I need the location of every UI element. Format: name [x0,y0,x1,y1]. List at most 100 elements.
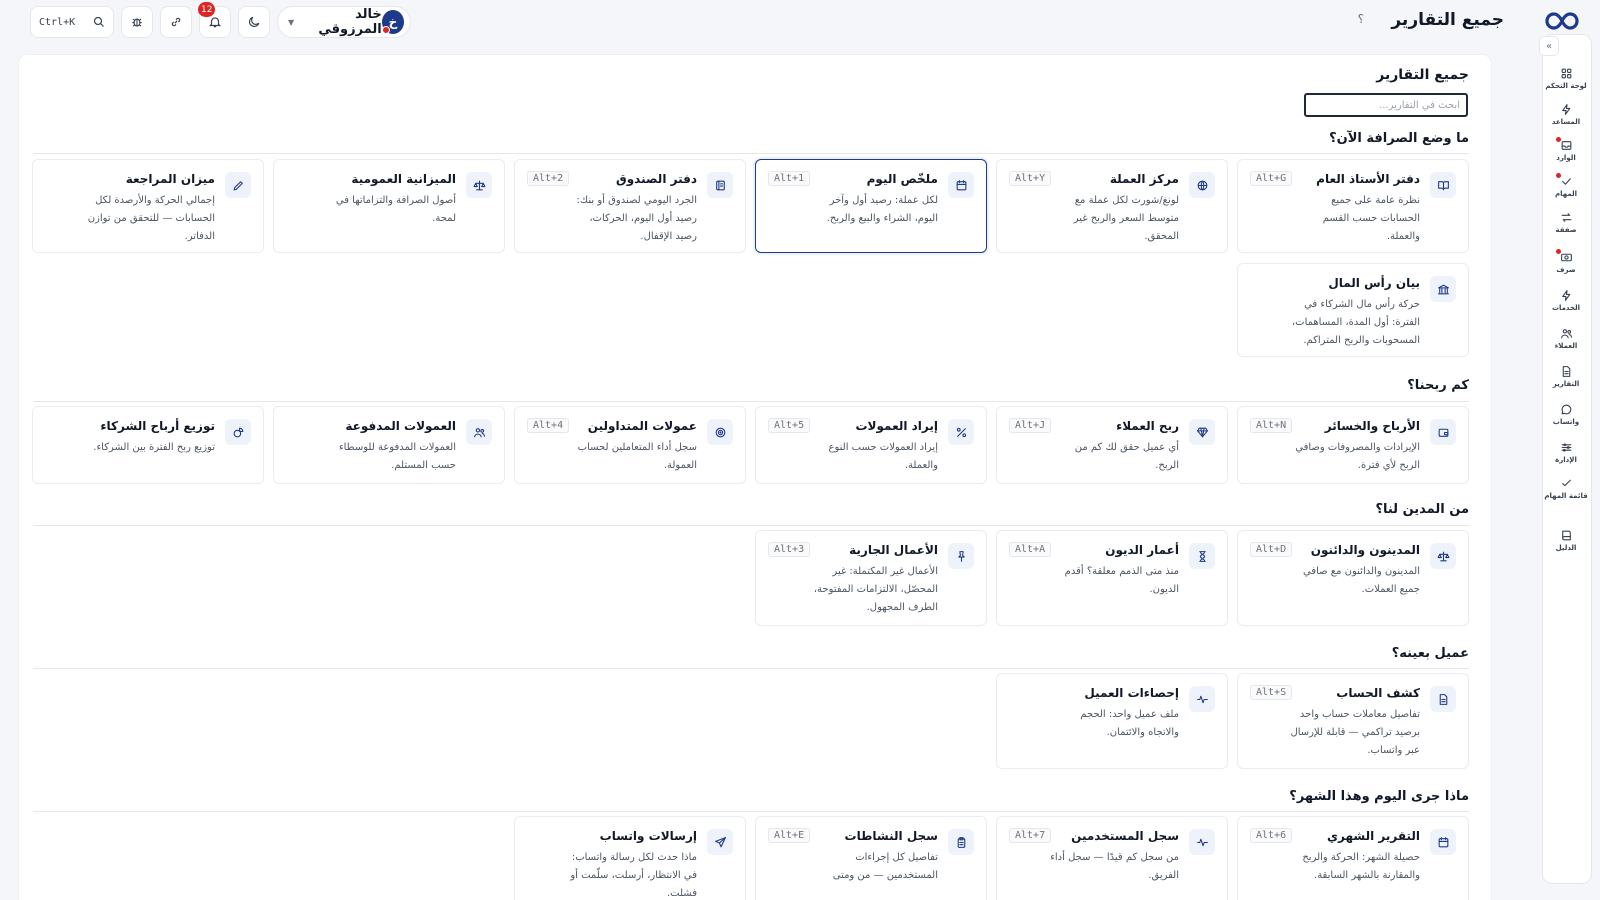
keyboard-shortcut: Alt+J [1009,418,1052,433]
sidebar-item-label: الوارد [1556,154,1576,162]
keyboard-shortcut: Alt+1 [768,171,811,186]
sidebar-item[interactable]: المهام [1541,173,1591,198]
sidebar-item-label: لوحة التحكم [1545,82,1587,90]
report-card-description: منذ متى الذمم معلقة؟ أقدم الديون. [1064,566,1179,595]
section-divider [33,811,1469,812]
report-card[interactable]: ميزان المراجعة إجمالي الحركة والأرصدة لكل… [32,159,264,253]
report-card[interactable]: إيراد العمولات إيراد العمولات حسب النوع و… [755,406,987,484]
keyboard-shortcut: Alt+A [1009,542,1052,557]
notifications-button[interactable]: 12 [198,2,231,38]
clipboard-icon [948,829,974,855]
report-card-description: لونغ/شورت لكل عملة مع متوسط السعر والربح… [1073,195,1179,242]
scale-icon [1430,543,1456,569]
link-button[interactable] [160,6,192,38]
report-card[interactable]: دفتر الأستاذ العام نظرة عامة على جميع الح… [1237,159,1469,253]
section-divider [33,525,1469,526]
hourglass-icon [1189,543,1215,569]
diamond-icon [1189,419,1215,445]
sidebar-item[interactable]: المساعد [1541,103,1591,126]
sidebar: لوحة التحكم المساعد الوارد المهام صفقة صرف الخ… [1542,34,1592,884]
sidebar-collapse-button[interactable]: » [1539,36,1559,56]
keyboard-shortcut: Alt+N [1250,418,1293,433]
report-card[interactable]: الأعمال الجارية الأعمال غير المكتملة: غير… [755,530,987,626]
sidebar-item[interactable]: الدليل [1541,529,1591,552]
pulse-icon [1189,686,1215,712]
report-card[interactable]: سجل المستخدمين من سجل كم قيدًا — سجل أداء… [996,816,1228,900]
report-card[interactable]: عمولات المتداولين سجل أداء المتعاملين لحس… [514,406,746,484]
report-card[interactable]: إحصاءات العميل ملف عميل واحد: الحجم والات… [996,673,1228,769]
document-icon [1430,686,1456,712]
theme-toggle-button[interactable] [238,6,270,38]
report-card[interactable]: العمولات المدفوعة العمولات المدفوعة للوسط… [273,406,505,484]
sidebar-item[interactable]: لوحة التحكم [1541,67,1591,90]
sidebar-item[interactable]: الإدارة [1541,441,1591,464]
sidebar-item[interactable]: التقارير [1541,365,1591,388]
report-card[interactable]: سجل النشاطات تفاصيل كل إجراءات المستخدمين… [755,816,987,900]
sidebar-item[interactable]: الخدمات [1541,289,1591,312]
report-card-title: مركز العملة [1109,172,1179,186]
section-divider [33,401,1469,402]
link-icon [169,15,183,29]
report-card[interactable]: التقرير الشهري حصيلة الشهر: الحركة والربح… [1237,816,1469,900]
pie-icon [225,419,251,445]
app-logo[interactable] [1544,8,1580,34]
report-card[interactable]: توزيع أرباح الشركاء توزيع ربح الفترة بين … [32,406,264,484]
report-card[interactable]: ملخّص اليوم لكل عملة: رصيد أول وآخر اليوم… [755,159,987,253]
global-search-button[interactable]: Ctrl+K [30,6,114,38]
report-card[interactable]: بيان رأس المال حركة رأس مال الشركاء في ال… [1237,263,1469,357]
sliders-icon [1560,441,1573,454]
globe-icon [1189,172,1215,198]
sidebar-item-label: قائمة المهام [1544,492,1588,500]
sidebar-item[interactable]: صفقة [1541,211,1591,234]
keyboard-shortcut: Alt+Y [1009,171,1052,186]
notification-badge: 12 [198,2,216,17]
sidebar-item[interactable]: واتساب [1541,403,1591,426]
sidebar-item[interactable]: صرف [1541,249,1591,274]
help-icon[interactable]: ؟ [1358,12,1364,26]
report-card-title: عمولات المتداولين [587,419,697,433]
report-card[interactable]: الأرباح والخسائر الإيرادات والمصروفات وصا… [1237,406,1469,484]
sidebar-item-label: صفقة [1555,226,1577,234]
user-name: خالد المرزوقي [318,7,382,37]
report-card-description: من سجل كم قيدًا — سجل أداء الفريق. [1050,852,1179,881]
bell-icon [208,15,222,29]
report-card-title: بيان رأس المال [1328,276,1420,290]
report-card-title: توزيع أرباح الشركاء [100,419,215,433]
report-card-title: إحصاءات العميل [1084,686,1179,700]
avatar: خ [381,10,404,34]
report-card[interactable]: مركز العملة لونغ/شورت لكل عملة مع متوسط ا… [996,159,1228,253]
report-card-title: دفتر الصندوق [615,172,697,186]
sidebar-item[interactable]: العملاء [1541,327,1591,350]
report-card-title: الميزانية العمومية [351,172,456,186]
debug-button[interactable] [121,6,153,38]
chevrons-right-icon: » [1545,40,1553,52]
section-title: عميل بعينه؟ [1391,646,1469,661]
reports-panel: جميع التقارير ما وضع الصرافة الآن؟ دفتر ا… [18,54,1492,900]
report-card[interactable]: المدينون والدائنون المدينون والدائنون مع … [1237,530,1469,626]
report-card-description: إيراد العمولات حسب النوع والعملة. [828,442,938,471]
report-card-title: إرسالات واتساب [599,829,697,843]
report-card-description: نظرة عامة على جميع الحسابات حسب القسم وا… [1322,195,1420,242]
report-card[interactable]: الميزانية العمومية أصول الصرافة والتزامات… [273,159,505,253]
report-card[interactable]: أعمار الديون منذ متى الذمم معلقة؟ أقدم ال… [996,530,1228,626]
report-card-description: حركة رأس مال الشركاء في الفترة: أول المد… [1291,299,1420,346]
checklist-icon [1560,477,1573,490]
users-icon [466,419,492,445]
sidebar-item[interactable]: الوارد [1541,137,1591,162]
report-card-description: سجل أداء المتعاملين لحساب العمولة. [577,442,697,471]
report-card-description: توزيع ربح الفترة بين الشركاء. [93,442,215,453]
report-card[interactable]: إرسالات واتساب ماذا حدث لكل رسالة واتساب:… [514,816,746,900]
page-title: جميع التقارير [1391,10,1504,30]
pulse-icon [1189,829,1215,855]
report-card[interactable]: دفتر الصندوق الجرد اليومي لصندوق أو بنك: … [514,159,746,253]
report-card[interactable]: كشف الحساب تفاصيل معاملات حساب واحد برصيد… [1237,673,1469,769]
sidebar-item-label: التقارير [1552,380,1580,388]
user-menu[interactable]: خ خالد المرزوقي ▼ [277,6,411,38]
book-open-icon [1430,172,1456,198]
top-bar: جميع التقارير ؟ خ خالد المرزوقي ▼ 12 Ctr… [0,0,1600,44]
reports-search-input[interactable] [1304,93,1468,117]
report-card[interactable]: ربح العملاء أي عميل حقق لك كم من الربح. Al… [996,406,1228,484]
search-icon [93,16,105,28]
section-title: كم ربحنا؟ [1407,378,1469,393]
sidebar-item[interactable]: قائمة المهام [1541,477,1591,500]
